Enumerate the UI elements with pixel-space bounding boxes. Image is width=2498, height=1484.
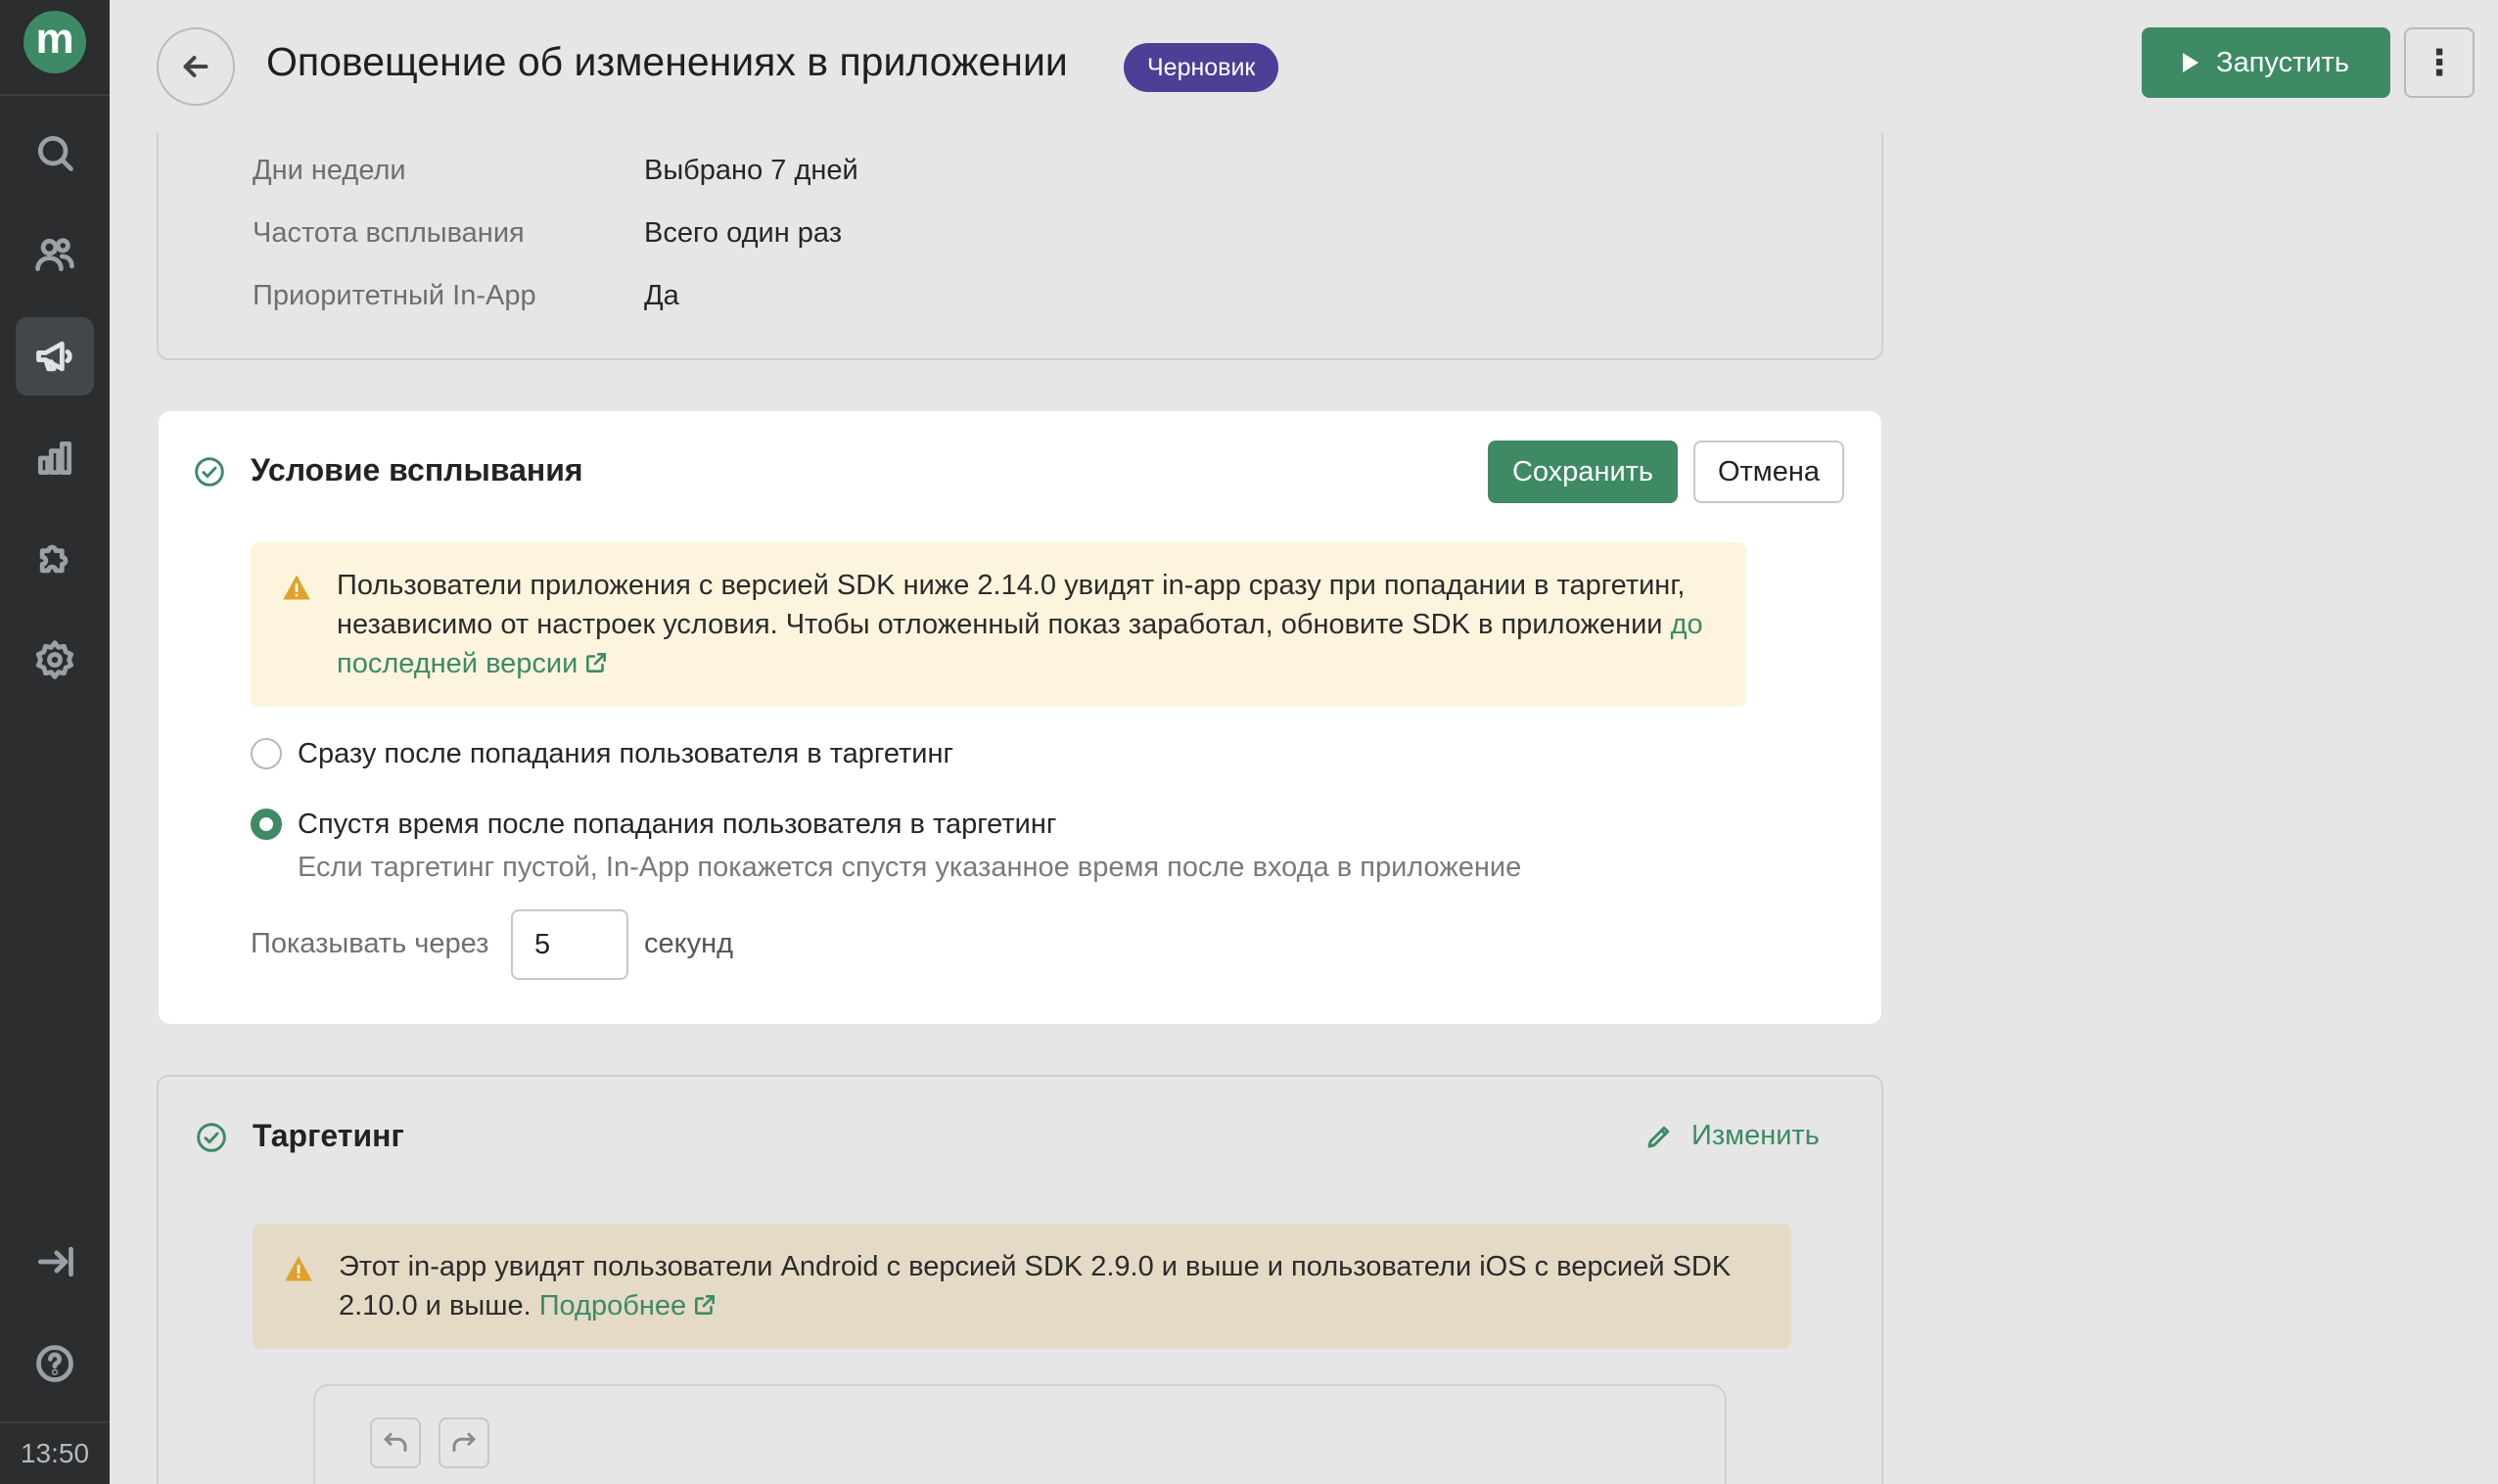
targeting-card: Таргетинг Изменить Этот in-app увидят по… bbox=[157, 1075, 1883, 1484]
sidebar-item-users[interactable] bbox=[16, 215, 94, 294]
sidebar-item-integrations[interactable] bbox=[16, 519, 94, 597]
summary-value: Всего один раз bbox=[644, 217, 843, 249]
summary-value: Выбрано 7 дней bbox=[644, 155, 858, 186]
summary-label: Дни недели bbox=[253, 155, 406, 186]
run-button-label: Запустить bbox=[2216, 46, 2349, 78]
more-menu-button[interactable]: ⋮ bbox=[2404, 27, 2475, 98]
analytics-icon bbox=[37, 441, 72, 476]
redo-icon bbox=[452, 1432, 476, 1452]
redo-button[interactable] bbox=[439, 1417, 489, 1468]
radio-delayed[interactable] bbox=[251, 809, 282, 840]
external-link-icon bbox=[692, 1289, 717, 1315]
back-button[interactable] bbox=[157, 27, 235, 106]
warning-icon bbox=[285, 1256, 312, 1281]
sidebar-divider bbox=[0, 94, 110, 96]
sidebar-item-analytics[interactable] bbox=[16, 419, 94, 497]
section-title: Условие всплывания bbox=[251, 452, 583, 487]
gear-icon bbox=[35, 640, 74, 679]
help-icon bbox=[36, 1345, 73, 1382]
check-circle-icon bbox=[196, 1122, 227, 1153]
sidebar-item-campaigns[interactable] bbox=[16, 317, 94, 395]
more-info-link-text: Подробнее bbox=[538, 1290, 687, 1322]
logo[interactable]: m bbox=[23, 11, 86, 73]
run-button[interactable]: Запустить bbox=[2142, 27, 2390, 98]
save-button[interactable]: Сохранить bbox=[1488, 441, 1678, 503]
alert-text: Этот in-app увидят пользователи Android … bbox=[339, 1247, 1760, 1325]
summary-value: Да bbox=[644, 280, 679, 311]
sidebar-item-search[interactable] bbox=[16, 114, 94, 192]
users-icon bbox=[35, 238, 74, 272]
pencil-icon bbox=[1647, 1126, 1670, 1147]
condition-card: Условие всплывания Сохранить Отмена Поль… bbox=[159, 411, 1881, 1024]
summary-card: Дни недели Выбрано 7 дней Частота всплыв… bbox=[157, 133, 1883, 360]
topbar: Оповещение об изменениях в приложении Че… bbox=[110, 0, 2498, 135]
sdk-info-alert: Этот in-app увидят пользователи Android … bbox=[253, 1224, 1791, 1349]
logout-icon bbox=[37, 1246, 73, 1277]
sdk-warning-alert: Пользователи приложения с версией SDK ни… bbox=[251, 542, 1746, 707]
sidebar-item-settings[interactable] bbox=[16, 621, 94, 699]
alert-text: Пользователи приложения с версией SDK ни… bbox=[337, 566, 1715, 683]
radio-immediate-label[interactable]: Сразу после попадания пользователя в тар… bbox=[298, 738, 953, 770]
sidebar-item-logout[interactable] bbox=[16, 1223, 94, 1301]
megaphone-icon bbox=[36, 341, 72, 372]
more-info-link[interactable]: Подробнее bbox=[539, 1290, 717, 1322]
sidebar-item-help[interactable] bbox=[16, 1324, 94, 1403]
edit-targeting-link[interactable]: Изменить bbox=[1644, 1120, 1820, 1152]
summary-label: Частота всплывания bbox=[253, 217, 525, 249]
undo-button[interactable] bbox=[370, 1417, 421, 1468]
section-title: Таргетинг bbox=[253, 1118, 404, 1153]
search-icon bbox=[37, 135, 73, 171]
clock: 13:50 bbox=[0, 1421, 110, 1484]
radio-immediate[interactable] bbox=[251, 738, 282, 769]
status-badge: Черновик bbox=[1124, 43, 1279, 92]
edit-targeting-label: Изменить bbox=[1691, 1120, 1820, 1151]
radio-delayed-label[interactable]: Спустя время после попадания пользовател… bbox=[298, 809, 1056, 841]
alert-message: Пользователи приложения с версией SDK ни… bbox=[337, 570, 1686, 640]
summary-label: Приоритетный In-App bbox=[253, 280, 536, 311]
delay-seconds-input[interactable]: 5 bbox=[511, 909, 628, 980]
cancel-button[interactable]: Отмена bbox=[1693, 441, 1844, 503]
play-icon bbox=[2183, 53, 2199, 72]
check-circle-icon bbox=[194, 456, 225, 487]
delay-unit: секунд bbox=[644, 928, 734, 959]
delay-label: Показывать через bbox=[251, 928, 489, 959]
puzzle-icon bbox=[39, 544, 69, 574]
warning-icon bbox=[283, 575, 310, 600]
arrow-left-icon bbox=[183, 56, 208, 77]
more-vertical-icon: ⋮ bbox=[2422, 42, 2457, 82]
external-link-icon bbox=[583, 647, 609, 672]
targeting-editor bbox=[313, 1384, 1727, 1484]
sidebar: m 13:50 bbox=[0, 0, 110, 1484]
radio-delayed-hint: Если таргетинг пустой, In-App покажется … bbox=[298, 852, 1522, 883]
page-title: Оповещение об изменениях в приложении bbox=[266, 39, 1068, 84]
undo-icon bbox=[384, 1432, 407, 1452]
